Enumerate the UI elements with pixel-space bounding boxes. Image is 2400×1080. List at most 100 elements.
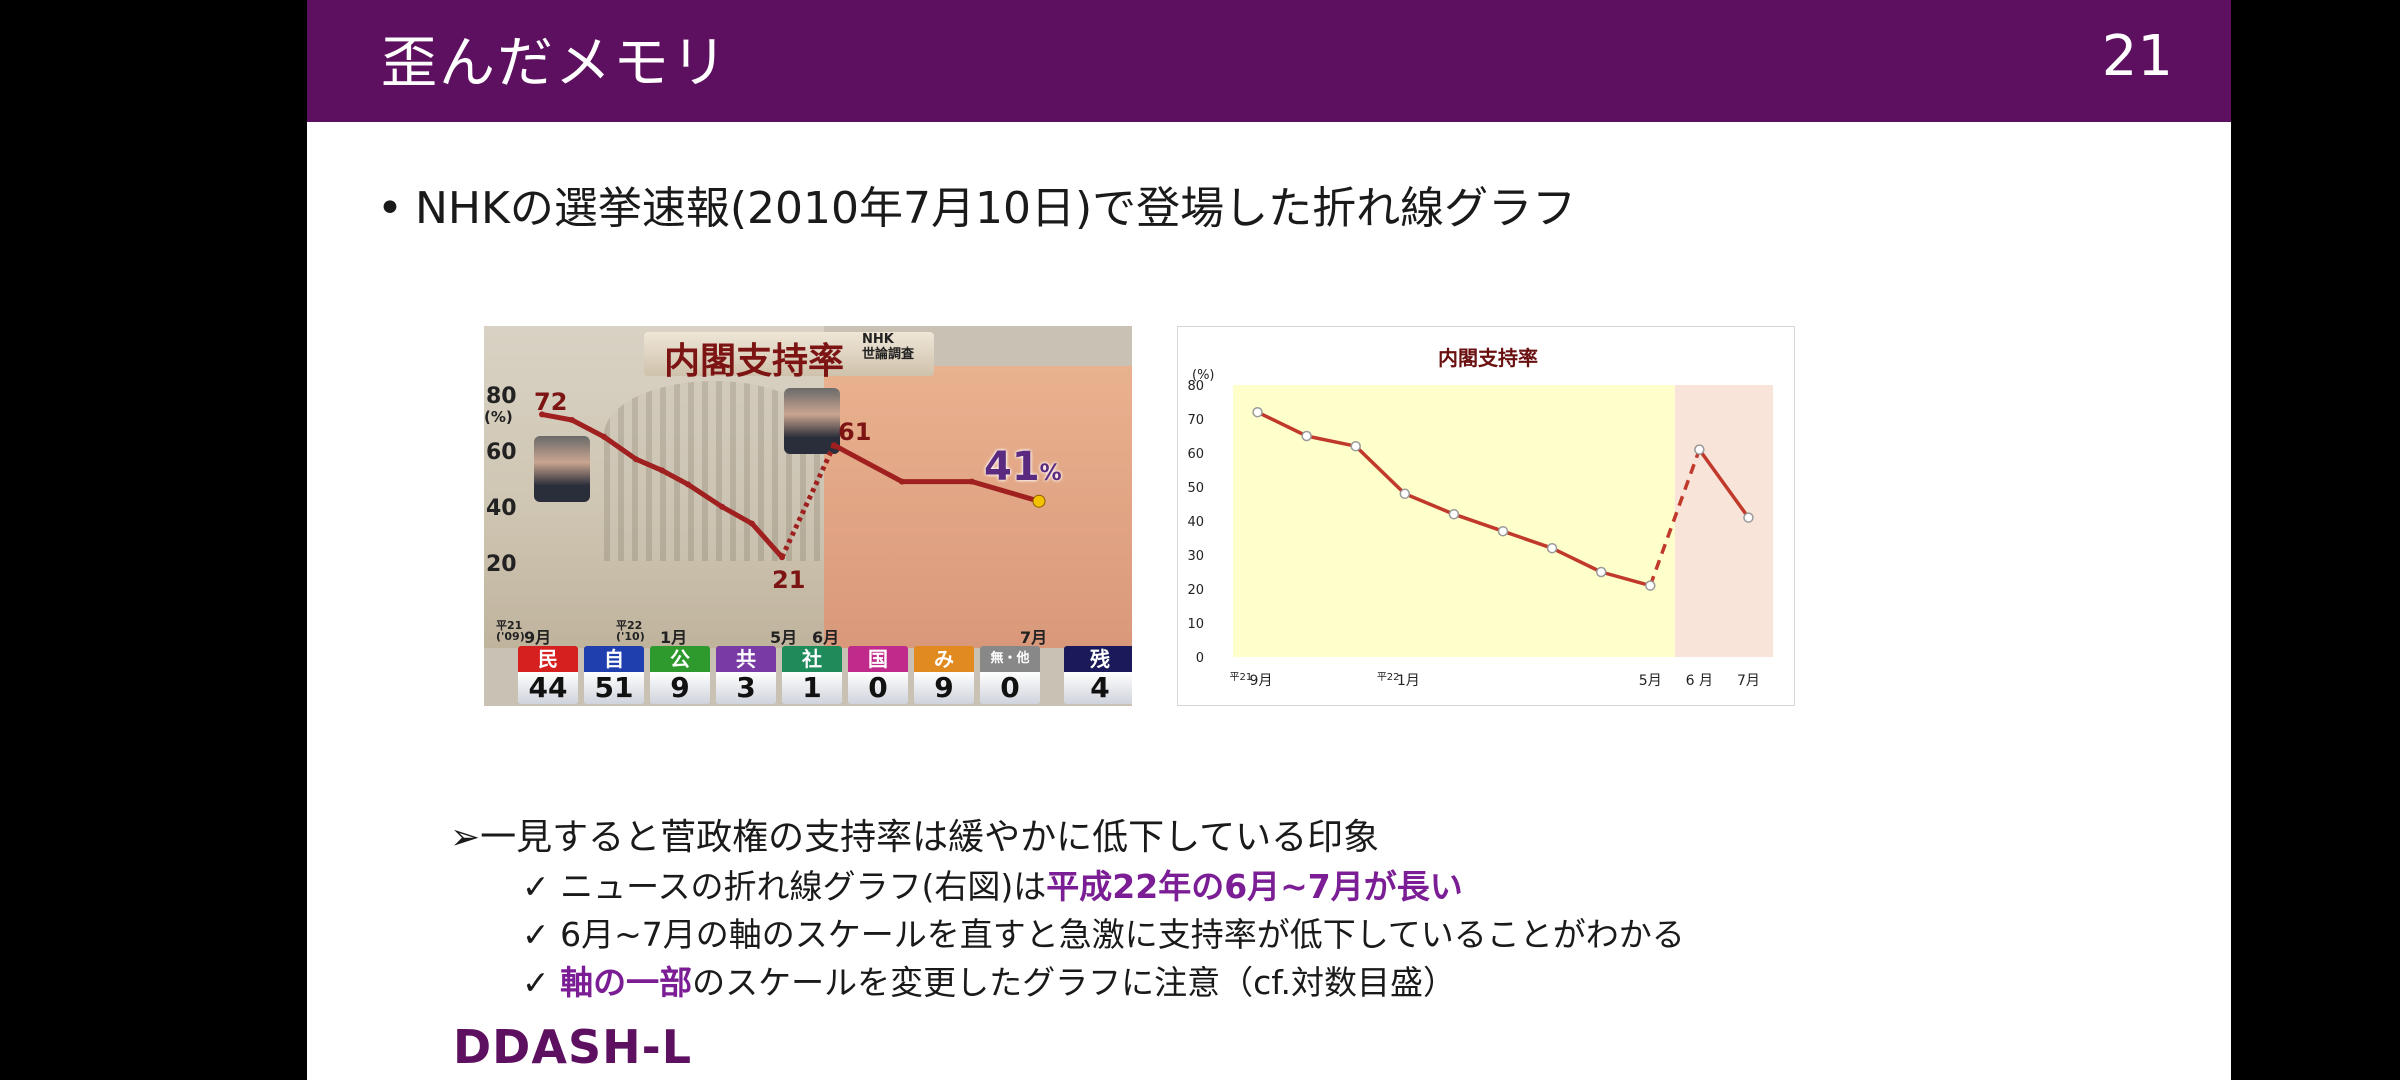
chart-y-tick: 40 (1187, 515, 1204, 530)
chart-x-tick: 6 月 (1686, 673, 1713, 689)
tv-xlabel-jun: 6月 (812, 628, 840, 647)
tv-series-line (541, 411, 784, 559)
check-icon: ✓ (522, 963, 550, 1002)
chart-data-point (1694, 444, 1705, 455)
tv-xlabel-may: 5月 (770, 628, 798, 647)
party-seat-box: み9 (914, 646, 974, 706)
party-name: み (914, 646, 974, 672)
party-seat-box: 自 51 (584, 646, 644, 706)
tv-era2-year: ('10) (616, 630, 645, 643)
tv-final-unit: % (1039, 461, 1062, 486)
slide-number: 21 (2101, 24, 2173, 89)
chart-x-tick: 7月 (1737, 673, 1760, 689)
chart-y-tick: 60 (1187, 447, 1204, 462)
tv-xlabel-era2: 平22 ('10) (616, 620, 645, 642)
party-name: 無・他 (980, 646, 1040, 672)
chart-title: 内閣支持率 (1438, 346, 1538, 370)
tv-data-point (749, 520, 755, 527)
tv-data-point (569, 417, 575, 423)
chart-data-point (1645, 580, 1656, 591)
main-bullet: • NHKの選挙速報(2010年7月10日)で登場した折れ線グラフ (377, 172, 1576, 236)
slide-title: 歪んだメモリ (381, 31, 729, 96)
party-name: 社 (782, 646, 842, 672)
chart-shaded-region (1233, 385, 1675, 657)
party-seats: 4 (1064, 672, 1132, 704)
party-seat-box: 社1 (782, 646, 842, 706)
tv-data-point (659, 467, 665, 474)
chart-data-point (1399, 488, 1411, 500)
tv-jump-line (779, 444, 837, 559)
chart-data-point (1350, 440, 1361, 452)
check-icon: ✓ (522, 867, 550, 906)
main-bullet-text: NHKの選挙速報(2010年7月10日)で登場した折れ線グラフ (415, 183, 1577, 234)
chart-data-point (1448, 508, 1460, 520)
party-name: 国 (848, 646, 908, 672)
tv-data-point (685, 481, 691, 488)
sub-bullet-text: ニュースの折れ線グラフ(右図)は (560, 867, 1047, 906)
sub-bullet-item-1: ✓ ニュースの折れ線グラフ(右図)は平成22年の6月~7月が長い (522, 860, 1463, 908)
tv-xlabel-era1: 平21 ('09) (496, 620, 525, 642)
tv-label-start: 72 (534, 388, 568, 416)
sub-bullet-item-2: ✓ 6月~7月の軸のスケールを直すと急激に支持率が低下していることがわかる (522, 908, 1685, 956)
tv-xlabel-jul: 7月 (1020, 628, 1048, 647)
chart-y-tick: 10 (1187, 617, 1204, 632)
tv-data-point (1032, 494, 1046, 508)
tv-data-point (601, 433, 607, 440)
sub-bullet-highlight: 軸の一部 (560, 963, 693, 1002)
party-name: 残 (1064, 646, 1132, 672)
party-seats: 9 (650, 672, 710, 704)
tv-data-point (779, 554, 785, 561)
chart-data-point (1546, 542, 1558, 554)
party-seat-box: 国0 (848, 646, 908, 706)
party-seat-box: 無・他 0 (980, 646, 1040, 706)
chart-data-point (1743, 512, 1754, 523)
party-seat-box: 民 44 (518, 646, 578, 706)
party-seats: 0 (848, 672, 908, 704)
chart-data-point (1497, 525, 1509, 537)
tv-data-point (719, 503, 725, 510)
party-seats: 1 (782, 672, 842, 704)
party-seat-box: 公9 (650, 646, 710, 706)
sub-bullet-highlight: 平成22年の6月~7月が長い (1046, 867, 1463, 906)
ddash-logo: DDASH-L (453, 1020, 692, 1074)
chart-data-point (1595, 566, 1607, 578)
tv-data-point (831, 442, 837, 449)
reconstructed-approval-chart: 内閣支持率 (%) 0 10 20 30 40 50 60 70 80 平21 9月 平22 1月 5月 6 月… (1177, 326, 1795, 706)
sub-bullet-item-3: ✓ 軸の一部のスケールを変更したグラフに注意（cf.対数目盛） (522, 956, 1456, 1004)
tv-era1-year: ('09) (496, 630, 525, 643)
party-seats: 0 (980, 672, 1040, 704)
chart-x-tick: 5月 (1639, 673, 1662, 689)
chart-x-tick: 9月 (1250, 673, 1273, 689)
slide: 歪んだメモリ 21 • NHKの選挙速報(2010年7月10日)で登場した折れ線グ… (307, 0, 2231, 1080)
tv-final-value: 41 (984, 444, 1040, 490)
bullet-marker: • (377, 183, 403, 234)
party-seats: 9 (914, 672, 974, 704)
party-name: 公 (650, 646, 710, 672)
party-name: 自 (584, 646, 644, 672)
chart-y-tick: 80 (1187, 379, 1204, 394)
chart-y-tick: 0 (1196, 651, 1204, 666)
party-seats: 51 (584, 672, 644, 704)
chart-y-tick: 20 (1187, 583, 1204, 598)
tv-data-point (633, 456, 639, 463)
chart-data-point (1301, 430, 1312, 442)
check-icon: ✓ (522, 915, 550, 954)
tv-approval-graphic: 内閣支持率 NHK 世論調査 80 (%) 60 40 20 72 21 61 … (484, 326, 1132, 706)
chart-y-tick: 50 (1187, 481, 1204, 496)
party-seat-row: 民 44 自 51 公 9 共 3 社 1 国 0 み 9 無・他 0 残 4 (518, 646, 1132, 706)
tv-label-high: 61 (838, 418, 872, 446)
chart-svg: 内閣支持率(%)01020304050607080平219月 平221月 5月 6 月… (1187, 346, 1773, 689)
party-seat-box: 残4 (1064, 646, 1132, 706)
party-seat-box: 共3 (716, 646, 776, 706)
chart-data-point (1252, 406, 1263, 418)
chart-y-tick: 30 (1187, 549, 1204, 564)
chart-shaded-region (1674, 385, 1773, 657)
sub-bullet-text: 6月~7月の軸のスケールを直すと急激に支持率が低下していることがわかる (560, 915, 1685, 954)
tv-xlabel-jan: 1月 (660, 628, 688, 647)
tv-data-point (899, 478, 905, 485)
party-seats: 3 (716, 672, 776, 704)
sub-bullet-text: のスケールを変更したグラフに注意（cf.対数目盛） (692, 963, 1457, 1002)
sub-bullet-main: ➢一見すると菅政権の支持率は緩やかに低下している印象 (450, 817, 1380, 858)
party-name: 民 (518, 646, 578, 672)
chart-x-tick: 1月 (1397, 673, 1420, 689)
